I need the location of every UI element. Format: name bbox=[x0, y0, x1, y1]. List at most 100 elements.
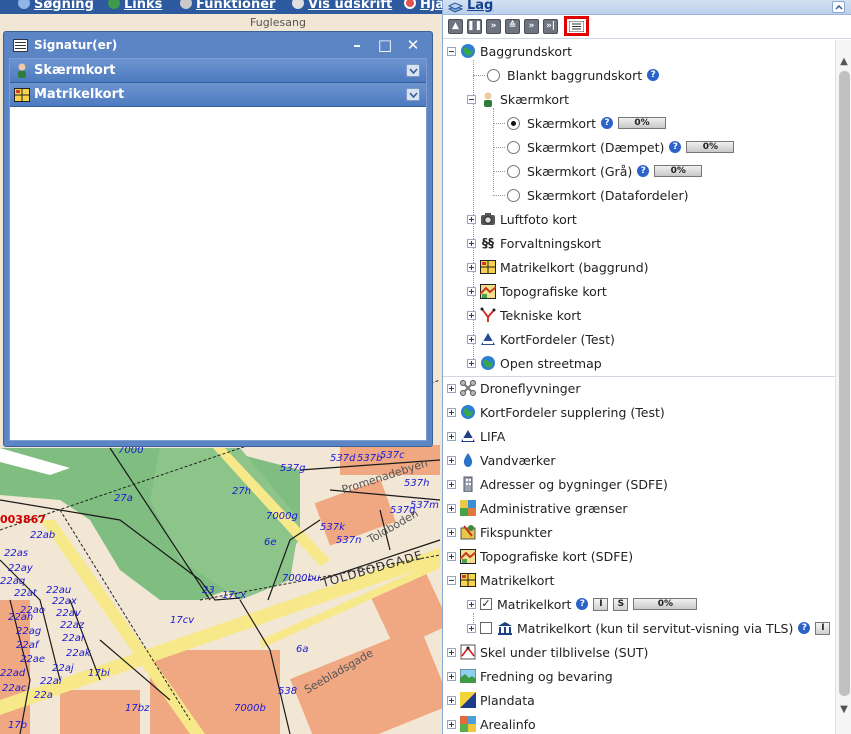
skaermkort-daempet-radio[interactable] bbox=[507, 140, 520, 154]
toolbar-functions[interactable]: Funktioner bbox=[180, 0, 275, 12]
opacity-progress[interactable]: 0% bbox=[618, 117, 667, 129]
tree-option-skaermkort[interactable]: Skærmkort ? 0% bbox=[507, 112, 667, 134]
tree-fredning-bevaring[interactable]: Fredning og bevaring bbox=[447, 665, 613, 687]
expand-toggle[interactable] bbox=[467, 214, 476, 224]
tree-kortfordeler-supplering[interactable]: KortFordeler supplering (Test) bbox=[447, 401, 665, 423]
chevron-down-icon[interactable] bbox=[406, 88, 420, 101]
blank-radio[interactable] bbox=[487, 68, 500, 82]
collapse-toggle[interactable] bbox=[447, 46, 456, 56]
tree-matrikelkort-baggrund[interactable]: Matrikelkort (baggrund) bbox=[467, 256, 649, 278]
chevron-down-icon[interactable] bbox=[406, 64, 420, 77]
opacity-progress[interactable]: 0% bbox=[686, 141, 735, 153]
expand-toggle[interactable] bbox=[447, 431, 456, 441]
maximize-button[interactable]: □ bbox=[371, 36, 399, 54]
collapse-all-button[interactable]: ▲ bbox=[448, 19, 463, 34]
scroll-up-icon[interactable]: ▲ bbox=[838, 55, 850, 67]
scrollbar-thumb[interactable] bbox=[839, 71, 850, 696]
layers-panel-header[interactable]: Lag bbox=[443, 0, 851, 15]
help-icon[interactable]: ? bbox=[601, 117, 614, 129]
expand-toggle[interactable] bbox=[447, 455, 456, 465]
tree-open-streetmap[interactable]: Open streetmap bbox=[467, 352, 602, 374]
opacity-progress[interactable]: 0% bbox=[633, 598, 698, 610]
help-icon[interactable]: ? bbox=[798, 622, 811, 634]
tree-luftfoto-kort[interactable]: Luftfoto kort bbox=[467, 208, 577, 230]
layer-tree-scrollbar[interactable]: ▲ ▼ bbox=[835, 40, 851, 734]
tree-plandata[interactable]: Plandata bbox=[447, 689, 535, 711]
tree-matrikelkort-servitut[interactable]: Matrikelkort (kun til servitut-visning v… bbox=[467, 617, 831, 639]
skip-end-button[interactable]: »| bbox=[543, 19, 558, 34]
signature-section-skaermkort[interactable]: Skærmkort bbox=[10, 59, 426, 83]
collapse-toggle[interactable] bbox=[467, 94, 476, 104]
tree-administrative-graenser[interactable]: Administrative grænser bbox=[447, 497, 628, 519]
toolbar-links[interactable]: Links bbox=[108, 0, 162, 12]
expand-toggle[interactable] bbox=[447, 503, 456, 513]
scroll-down-icon[interactable]: ▼ bbox=[838, 703, 850, 715]
skaermkort-datafordeler-radio[interactable] bbox=[507, 188, 520, 202]
signature-section-matrikelkort[interactable]: Matrikelkort bbox=[10, 83, 426, 107]
info-button[interactable]: I bbox=[815, 621, 831, 635]
help-icon[interactable]: ? bbox=[637, 165, 650, 177]
tree-fikspunkter[interactable]: Fikspunkter bbox=[447, 521, 552, 543]
expand-toggle[interactable] bbox=[447, 551, 456, 561]
expand-toggle[interactable] bbox=[467, 334, 476, 344]
tree-option-skaermkort-graa[interactable]: Skærmkort (Grå) ? 0% bbox=[507, 160, 703, 182]
tree-tekniske-kort[interactable]: Tekniske kort bbox=[467, 304, 581, 326]
pause-button[interactable]: ❚❚ bbox=[467, 19, 482, 34]
tree-lifa[interactable]: LIFA bbox=[447, 425, 505, 447]
skip-button[interactable]: » bbox=[524, 19, 539, 34]
expand-toggle[interactable] bbox=[447, 383, 456, 393]
expand-toggle[interactable] bbox=[447, 671, 456, 681]
collapse-up-icon[interactable] bbox=[832, 1, 845, 13]
tree-skel-under-tilblivelse[interactable]: Skel under tilblivelse (SUT) bbox=[447, 641, 648, 663]
info-button[interactable]: I bbox=[593, 597, 609, 611]
help-icon[interactable]: ? bbox=[576, 598, 589, 610]
tree-kortfordeler-test[interactable]: KortFordeler (Test) bbox=[467, 328, 615, 350]
tree-matrikelkort[interactable]: Matrikelkort bbox=[447, 569, 554, 591]
expand-button[interactable]: ≙ bbox=[505, 19, 520, 34]
toolbar-search[interactable]: Søgning bbox=[18, 0, 94, 12]
signature-window[interactable]: Signatur(er) – □ ✕ Skærmkort Matrikelkor… bbox=[3, 31, 433, 447]
help-icon[interactable]: ? bbox=[669, 141, 682, 153]
expand-toggle[interactable] bbox=[447, 407, 456, 417]
tree-arealinfo[interactable]: Arealinfo bbox=[447, 713, 536, 734]
tree-option-skaermkort-daempet[interactable]: Skærmkort (Dæmpet) ? 0% bbox=[507, 136, 735, 158]
expand-toggle[interactable] bbox=[467, 310, 476, 320]
toolbar-print[interactable]: Vis udskrift bbox=[292, 0, 392, 12]
tree-topografiske-kort-sdfe[interactable]: Topografiske kort (SDFE) bbox=[447, 545, 633, 567]
matrikelkort-checkbox[interactable]: ✓ bbox=[480, 598, 492, 610]
skaermkort-radio[interactable] bbox=[507, 116, 520, 130]
matrikelkort-servitut-checkbox[interactable] bbox=[480, 622, 492, 634]
help-icon[interactable]: ? bbox=[647, 69, 660, 81]
expand-toggle[interactable] bbox=[467, 262, 476, 272]
minimize-button[interactable]: – bbox=[343, 36, 371, 54]
tree-topografiske-kort[interactable]: Topografiske kort bbox=[467, 280, 607, 302]
tree-vandvaerker[interactable]: Vandværker bbox=[447, 449, 556, 471]
expand-toggle[interactable] bbox=[447, 647, 456, 657]
expand-toggle[interactable] bbox=[447, 719, 456, 729]
opacity-progress[interactable]: 0% bbox=[654, 165, 703, 177]
tree-baggrundskort[interactable]: Baggrundskort bbox=[447, 40, 572, 62]
toolbar-help[interactable]: Hja bbox=[404, 0, 442, 12]
expand-toggle[interactable] bbox=[467, 599, 476, 609]
expand-toggle[interactable] bbox=[467, 238, 476, 248]
signature-window-titlebar[interactable]: Signatur(er) – □ ✕ bbox=[9, 32, 427, 58]
expand-toggle[interactable] bbox=[467, 358, 476, 368]
expand-toggle[interactable] bbox=[447, 695, 456, 705]
expand-toggle[interactable] bbox=[447, 479, 456, 489]
collapse-toggle[interactable] bbox=[447, 575, 456, 585]
tree-blank-baggrundskort[interactable]: Blankt baggrundskort ? bbox=[487, 64, 660, 86]
legend-button[interactable] bbox=[564, 16, 589, 36]
tree-option-skaermkort-datafordeler[interactable]: Skærmkort (Datafordeler) bbox=[507, 184, 689, 206]
tree-skaermkort-group[interactable]: Skærmkort bbox=[467, 88, 569, 110]
expand-toggle[interactable] bbox=[467, 623, 476, 633]
style-button[interactable]: S bbox=[613, 597, 629, 611]
close-button[interactable]: ✕ bbox=[399, 36, 427, 54]
tree-forvaltningskort[interactable]: §§ Forvaltningskort bbox=[467, 232, 601, 254]
tree-adresser-bygninger[interactable]: Adresser og bygninger (SDFE) bbox=[447, 473, 668, 495]
expand-toggle[interactable] bbox=[467, 286, 476, 296]
skaermkort-graa-radio[interactable] bbox=[507, 164, 520, 178]
tree-droneflyvninger[interactable]: Droneflyvninger bbox=[447, 377, 581, 399]
tree-matrikelkort-layer[interactable]: ✓ Matrikelkort ? I S 0% bbox=[467, 593, 698, 615]
expand-toggle[interactable] bbox=[447, 527, 456, 537]
fast-forward-button[interactable]: » bbox=[486, 19, 501, 34]
